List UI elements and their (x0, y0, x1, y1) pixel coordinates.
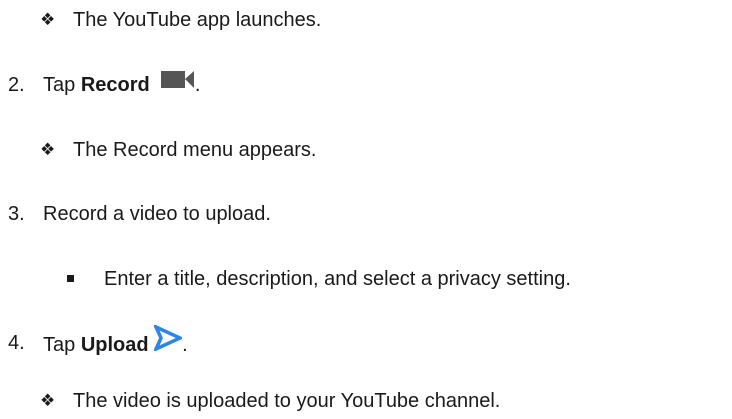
step2-bold-label: Record (80, 74, 150, 96)
step3-sub-text: Enter a title, description, and select a… (104, 268, 571, 290)
diamond-bullet-icon: ❖ (40, 391, 56, 410)
step2-result-text: The Record menu appears. (73, 139, 317, 161)
step4-result-text: The video is uploaded to your YouTube ch… (73, 390, 501, 412)
step2-suffix: . (194, 74, 201, 96)
step1-result-text: The YouTube app launches. (73, 9, 322, 31)
video-camera-icon (160, 68, 195, 98)
step4-number: 4. (8, 332, 25, 354)
step2-prefix: Tap (43, 74, 81, 96)
send-arrow-icon (152, 323, 185, 360)
step2-number: 2. (8, 74, 25, 96)
step4-suffix: . (182, 333, 188, 356)
step4-text: Tap Upload . (43, 323, 188, 363)
square-bullet-icon (67, 275, 74, 282)
step2-text: Tap Record . (43, 70, 200, 101)
diamond-bullet-icon: ❖ (40, 140, 56, 159)
diamond-bullet-icon: ❖ (40, 10, 56, 29)
step3-number: 3. (8, 203, 25, 225)
step3-text: Record a video to upload. (43, 203, 271, 225)
step4-prefix: Tap (43, 333, 81, 356)
step4-bold-label: Upload (80, 333, 149, 356)
